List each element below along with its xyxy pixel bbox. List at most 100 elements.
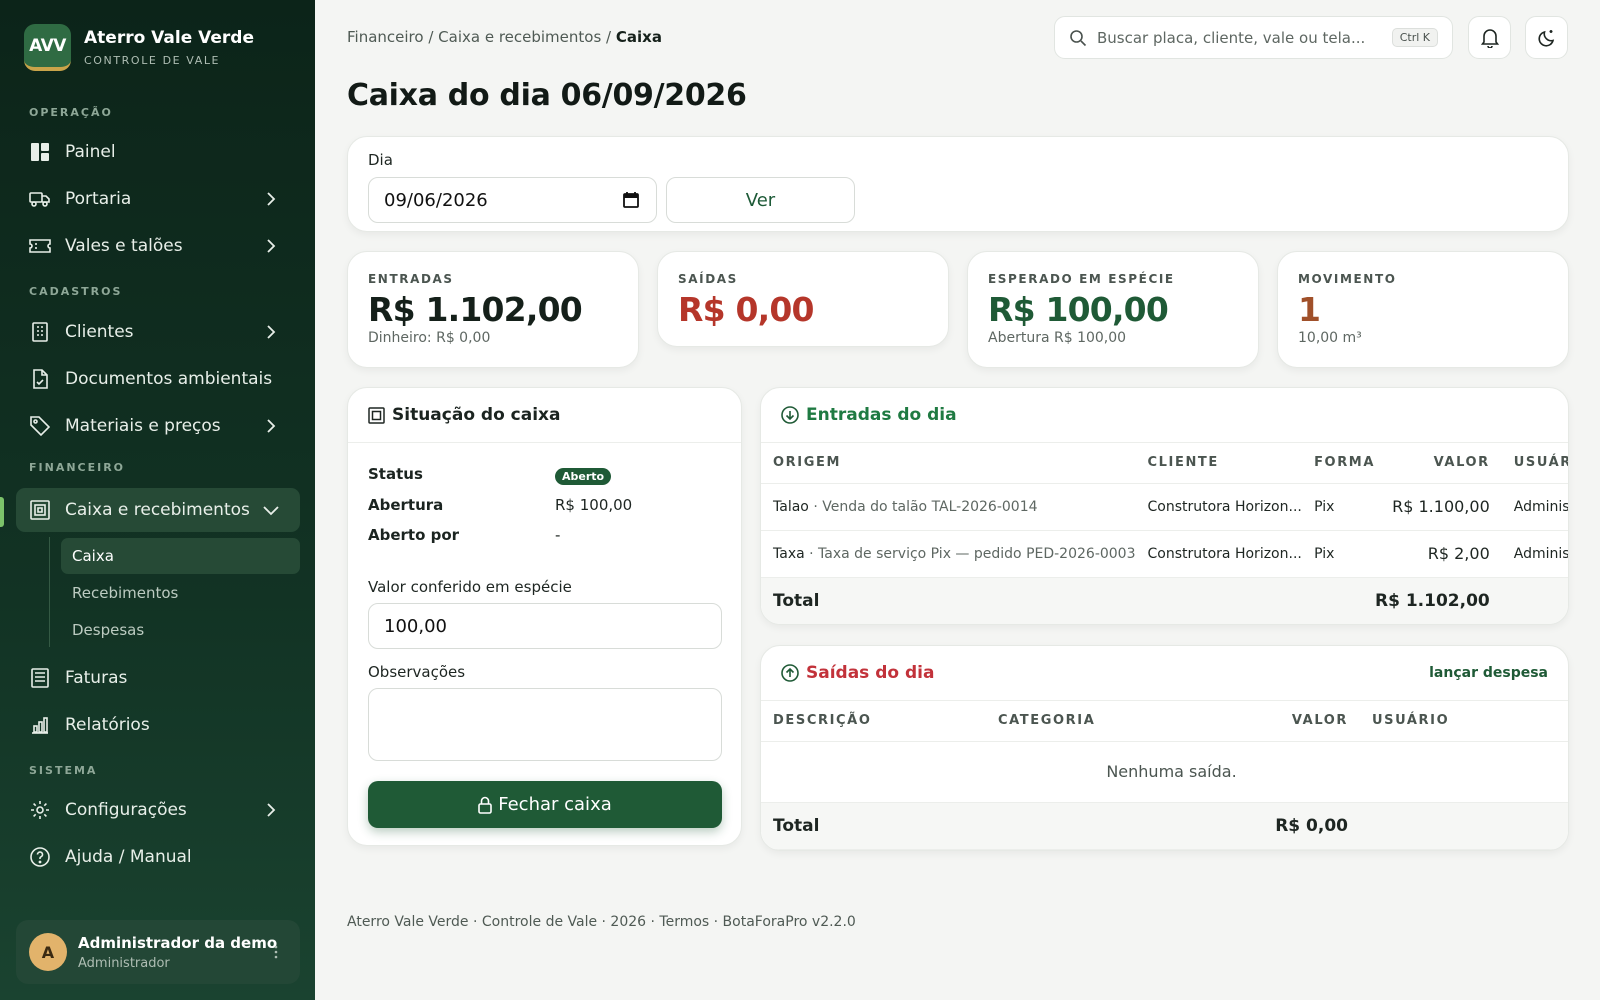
chevron-right-icon [267, 803, 276, 817]
table-row[interactable]: Taxa · Taxa de serviço Pix — pedido PED-… [761, 530, 1568, 578]
filter-label: Dia [368, 151, 393, 169]
sidebar-item-faturas[interactable]: Faturas [16, 656, 300, 700]
sidebar-item-label: Ajuda / Manual [65, 847, 192, 867]
submenu-item-despesas[interactable]: Despesas [61, 612, 300, 648]
total-label: Total [761, 577, 1136, 624]
table-row[interactable]: Talao · Venda do talão TAL-2026-0014 Con… [761, 483, 1568, 531]
sidebar-item-label: Painel [65, 142, 116, 162]
more-vertical-icon[interactable] [266, 942, 286, 962]
bell-icon [1480, 28, 1499, 48]
conferido-input[interactable] [368, 603, 722, 649]
section-label-operacao: OPERAÇÃO [29, 106, 113, 119]
stat-label: MOVIMENTO [1298, 272, 1397, 286]
panel-header: Situação do caixa [348, 388, 741, 443]
method-cell: Pix [1302, 530, 1376, 578]
table-header-row: DESCRIÇÃO CATEGORIA VALOR USUÁRIO [761, 701, 1568, 742]
breadcrumb-path[interactable]: Financeiro / Caixa e recebimentos / [347, 28, 616, 46]
close-cash-button[interactable]: Fechar caixa [368, 781, 722, 828]
sidebar-item-label: Caixa e recebimentos [65, 500, 250, 520]
search-input[interactable] [1097, 28, 1377, 47]
view-button[interactable]: Ver [666, 177, 855, 223]
truck-icon [29, 188, 51, 210]
help-icon [29, 846, 51, 868]
submenu-item-recebimentos[interactable]: Recebimentos [61, 575, 300, 611]
section-label-cadastros: CADASTROS [29, 285, 123, 298]
stat-value: R$ 100,00 [988, 290, 1169, 329]
sidebar-item-caixa-recebimentos[interactable]: Caixa e recebimentos [16, 488, 300, 532]
stat-value: 1 [1298, 290, 1321, 329]
bar-chart-icon [29, 714, 51, 736]
table-header-row: ORIGEM CLIENTE FORMA VALOR USUÁRIO [761, 443, 1568, 484]
theme-toggle-button[interactable] [1525, 16, 1568, 59]
opening-key: Abertura [368, 496, 444, 514]
column-header[interactable]: FORMA [1302, 443, 1376, 484]
sidebar-item-materiais[interactable]: Materiais e preços [16, 404, 300, 448]
total-value: R$ 1.102,00 [1375, 577, 1502, 624]
avatar: A [29, 933, 67, 971]
opened-by-value: - [555, 526, 561, 544]
building-icon [29, 321, 51, 343]
sidebar-item-label: Documentos ambientais [65, 369, 273, 389]
column-header[interactable]: DESCRIÇÃO [761, 701, 986, 742]
add-expense-link[interactable]: lançar despesa [1429, 665, 1548, 681]
panel-title: Saídas do dia [806, 663, 935, 683]
moon-icon [1537, 29, 1554, 47]
observacoes-label: Observações [368, 663, 466, 681]
active-indicator [0, 497, 4, 527]
stat-card-esperado: ESPERADO EM ESPÉCIE R$ 100,00 Abertura R… [967, 251, 1259, 368]
date-input[interactable]: 09/06/2026 [368, 177, 657, 223]
search-icon [1070, 29, 1087, 46]
column-header[interactable]: ORIGEM [761, 443, 1136, 484]
sidebar-item-documentos[interactable]: Documentos ambientais [16, 357, 300, 401]
gear-icon [29, 799, 51, 821]
stat-card-saidas: SAÍDAS R$ 0,00 [657, 251, 949, 347]
empty-message: Nenhuma saída. [761, 741, 1568, 803]
submenu-item-caixa[interactable]: Caixa [61, 538, 300, 574]
brand-subtitle: CONTROLE DE VALE [84, 54, 221, 67]
column-header[interactable]: VALOR [1375, 443, 1502, 484]
footer: Aterro Vale Verde · Controle de Vale · 2… [347, 914, 856, 930]
total-row: Total R$ 1.102,00 [761, 577, 1568, 624]
sidebar-item-painel[interactable]: Painel [16, 130, 300, 174]
search-box[interactable]: Ctrl K [1054, 16, 1453, 59]
invoice-icon [29, 667, 51, 689]
sidebar-item-ajuda[interactable]: Ajuda / Manual [16, 835, 300, 879]
opening-value: R$ 100,00 [555, 496, 633, 514]
sidebar-item-configuracoes[interactable]: Configurações [16, 788, 300, 832]
column-header[interactable]: USUÁRIO [1360, 701, 1568, 742]
user-card[interactable]: A Administrador da demo Administrador [16, 920, 300, 984]
column-header[interactable]: VALOR [1236, 701, 1360, 742]
column-header[interactable]: CATEGORIA [986, 701, 1236, 742]
brand[interactable]: AVV Aterro Vale Verde CONTROLE DE VALE [24, 24, 254, 71]
client-cell: Construtora Horizon... [1135, 483, 1303, 531]
chevron-right-icon [267, 325, 276, 339]
origin-type: Taxa [773, 545, 805, 562]
sidebar-item-relatorios[interactable]: Relatórios [16, 703, 300, 747]
empty-row: Nenhuma saída. [761, 741, 1568, 803]
ticket-icon [29, 235, 51, 257]
user-cell: Administ [1501, 483, 1568, 531]
sidebar-item-label: Clientes [65, 322, 134, 342]
user-role: Administrador [78, 955, 170, 971]
dashboard-icon [29, 141, 51, 163]
observacoes-textarea[interactable] [368, 688, 722, 761]
total-label: Total [761, 802, 986, 850]
sidebar-item-clientes[interactable]: Clientes [16, 310, 300, 354]
cash-register-icon [29, 499, 51, 521]
sidebar-item-label: Vales e talões [65, 236, 183, 256]
column-header[interactable]: USUÁRIO [1501, 443, 1568, 484]
total-value: R$ 0,00 [1236, 802, 1360, 850]
column-header[interactable]: CLIENTE [1135, 443, 1303, 484]
arrow-down-circle-icon [781, 406, 799, 424]
sidebar-item-vales[interactable]: Vales e talões [16, 224, 300, 268]
entries-panel: Entradas do dia ORIGEM CLIENTE FORMA VAL… [760, 387, 1569, 625]
calendar-icon[interactable] [622, 191, 640, 209]
tag-icon [29, 415, 51, 437]
sidebar-item-portaria[interactable]: Portaria [16, 177, 300, 221]
chevron-right-icon [267, 419, 276, 433]
notifications-button[interactable] [1468, 16, 1511, 59]
stat-value: R$ 1.102,00 [368, 290, 583, 329]
arrow-up-circle-icon [781, 664, 799, 682]
user-name: Administrador da demo [78, 933, 278, 952]
conferido-label: Valor conferido em espécie [368, 578, 572, 596]
